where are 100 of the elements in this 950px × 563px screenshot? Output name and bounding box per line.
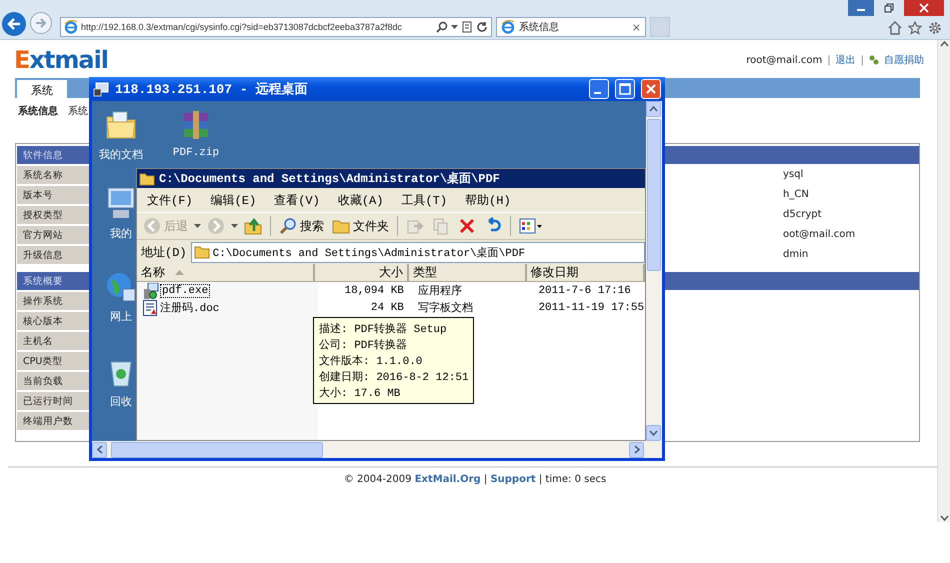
row-value: d5crypt xyxy=(783,209,822,222)
window-title: 118.193.251.107 - 远程桌面 xyxy=(115,81,308,98)
scrollbar-thumb[interactable] xyxy=(647,119,661,271)
desktop-icon-label[interactable]: 回收 xyxy=(110,394,132,409)
subnav-link[interactable]: 系统 xyxy=(68,104,88,117)
menu-item[interactable]: 工具(T) xyxy=(401,192,448,208)
file-name[interactable]: 注册码.doc xyxy=(159,300,220,315)
search-icon[interactable] xyxy=(436,21,448,33)
views-button[interactable] xyxy=(517,216,545,236)
desktop-icon-label[interactable]: 我的 xyxy=(110,226,132,241)
nav-tab[interactable]: 系统 xyxy=(17,80,67,98)
scroll-up-button[interactable] xyxy=(646,101,661,117)
tooltip-line: 创建日期: 2016-8-2 12:51 xyxy=(319,370,469,384)
coins-icon xyxy=(869,55,879,65)
close-icon xyxy=(919,3,929,13)
window-title: C:\Documents and Settings\Administrator\桌面\PDF xyxy=(159,170,500,187)
remote-desktop-icon xyxy=(93,81,109,97)
up-button[interactable] xyxy=(242,216,264,236)
address-field[interactable]: http://192.168.0.3/extman/cgi/sysinfo.cgi?sid=eb3713087dcbcf2eeba3787a2f8dc xyxy=(60,17,492,37)
separator: | xyxy=(827,54,831,66)
user-email: root@mail.com xyxy=(746,54,822,66)
browser-tab[interactable]: 系统信息 × xyxy=(496,17,646,37)
folders-button[interactable]: 文件夹 xyxy=(330,216,391,236)
maximize-button[interactable] xyxy=(615,79,635,99)
row-value: oot@mail.com xyxy=(783,229,856,242)
search-button[interactable]: 搜索 xyxy=(277,216,326,236)
file-type: 应用程序 xyxy=(416,284,463,298)
browser-logo-icon xyxy=(501,20,515,34)
row-value: dmin xyxy=(783,249,808,262)
separator: | xyxy=(860,54,864,66)
restore-icon xyxy=(884,3,894,13)
close-tab-button[interactable]: × xyxy=(632,20,641,34)
computer-icon[interactable] xyxy=(105,186,137,220)
menu-item[interactable]: 收藏(A) xyxy=(338,192,384,208)
subnav-link[interactable]: 系统信息 xyxy=(18,104,58,117)
donate-link[interactable]: 自愿捐助 xyxy=(884,53,924,67)
menu-item[interactable]: 帮助(H) xyxy=(465,192,511,208)
refresh-icon[interactable] xyxy=(476,21,488,33)
scrollbar-thumb[interactable] xyxy=(111,442,323,458)
folder-icon xyxy=(194,245,210,259)
dropdown-icon[interactable] xyxy=(231,224,238,228)
close-button[interactable] xyxy=(904,0,944,16)
tooltip-line: 描述: PDF转换器 Setup xyxy=(319,322,448,336)
sort-up-icon xyxy=(175,270,184,275)
setup-icon xyxy=(143,282,159,298)
logo[interactable]: Extmail xyxy=(14,46,108,74)
minimize-button[interactable] xyxy=(848,0,874,16)
folder-icon[interactable] xyxy=(105,109,137,141)
row-value: ysql xyxy=(783,169,804,182)
column-header[interactable]: 类型 xyxy=(409,264,527,282)
footer-link[interactable]: Support xyxy=(490,474,536,485)
file-type: 写字板文档 xyxy=(416,300,474,315)
star-icon[interactable] xyxy=(908,21,922,35)
folder-up-icon xyxy=(244,217,262,235)
menu-item[interactable]: 查看(V) xyxy=(274,192,320,208)
column-header[interactable]: 名称 xyxy=(137,264,316,282)
dropdown-icon[interactable] xyxy=(451,25,458,29)
tab-title: 系统信息 xyxy=(519,20,560,34)
desktop-icon-label[interactable]: PDF.zip xyxy=(172,147,220,159)
scroll-right-button[interactable] xyxy=(629,442,644,458)
scroll-left-button[interactable] xyxy=(92,442,107,458)
home-icon[interactable] xyxy=(888,21,902,35)
folder-icon xyxy=(332,218,350,234)
minimize-button[interactable] xyxy=(589,79,609,99)
back-button[interactable] xyxy=(2,12,26,36)
settings-icon[interactable] xyxy=(928,21,942,35)
file-name[interactable]: pdf.exe xyxy=(161,284,210,296)
close-button[interactable] xyxy=(641,79,661,99)
desktop-icon-label[interactable]: 网上 xyxy=(110,309,132,324)
search-icon xyxy=(279,217,297,235)
horizontal-scrollbar[interactable] xyxy=(92,441,662,458)
dropdown-icon[interactable] xyxy=(194,224,201,228)
vertical-scrollbar[interactable] xyxy=(646,101,662,441)
logout-link[interactable]: 退出 xyxy=(836,53,856,67)
forward-icon xyxy=(207,217,225,235)
section-title: 软件信息 xyxy=(22,149,63,163)
desktop-icon-label[interactable]: 我的文档 xyxy=(99,147,143,162)
tooltip-line: 大小: 17.6 MB xyxy=(319,386,402,400)
close-icon xyxy=(645,83,657,95)
copy-to-icon xyxy=(432,217,450,235)
forward-arrow-icon xyxy=(35,17,47,29)
section-title: 系统概要 xyxy=(22,275,63,289)
menu-item[interactable]: 编辑(E) xyxy=(210,192,256,208)
address-text: C:\Documents and Settings\Administrator\桌面\PDF xyxy=(212,246,526,260)
url-text: http://192.168.0.3/extman/cgi/sysinfo.cgi?sid=eb3713087dcbcf2eeba3787a2f8dc xyxy=(81,22,403,32)
column-header[interactable]: 大小 xyxy=(315,264,410,282)
menu-item[interactable]: 文件(F) xyxy=(147,192,193,208)
folder-icon xyxy=(139,172,155,186)
minimize-icon xyxy=(594,92,600,94)
address-field[interactable]: C:\Documents and Settings\Administrator\桌面\PDF xyxy=(190,242,645,262)
globe-icon[interactable] xyxy=(105,271,137,303)
scroll-down-button[interactable] xyxy=(646,425,661,441)
file-date: 2011-7-6 17:16 xyxy=(537,284,632,296)
delete-icon xyxy=(458,217,476,235)
scroll-down-icon[interactable] xyxy=(940,514,948,522)
scroll-up-icon[interactable] xyxy=(940,40,948,48)
page-scrollbar[interactable] xyxy=(937,40,950,522)
maximize-icon xyxy=(619,83,631,95)
row-value: h_CN xyxy=(783,189,809,202)
footer-link[interactable]: ExtMail.Org xyxy=(414,474,481,485)
